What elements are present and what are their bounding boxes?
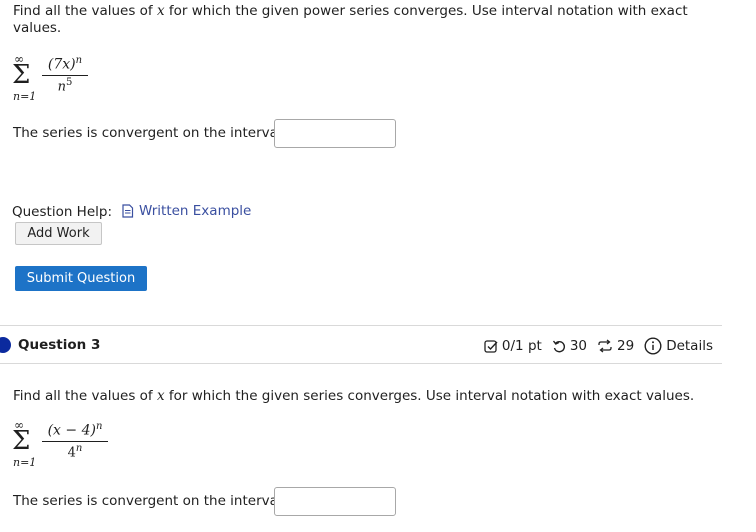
question-3-title: Question 3: [18, 337, 101, 353]
score: 0/1 pt: [484, 338, 542, 354]
summation-sign: Σ: [12, 426, 31, 456]
question-help-label: Question Help:: [12, 204, 112, 220]
fraction-bar: [42, 440, 108, 442]
series-term: (x − 4)n 4n: [42, 421, 108, 460]
term-denominator: 4n: [67, 442, 83, 460]
interval-answer-input[interactable]: [274, 487, 396, 516]
variable-x: x: [156, 388, 165, 404]
variable-x: x: [156, 3, 165, 19]
series-term: (7x)n n5: [42, 55, 88, 94]
undo-icon: [552, 340, 565, 353]
document-icon: [122, 204, 134, 218]
attempts: 29: [597, 338, 634, 354]
repeat-icon: [598, 339, 612, 353]
term-numerator: (7x)n: [47, 55, 83, 73]
details-toggle[interactable]: Details: [644, 337, 713, 355]
sum-lower-limit: n=1: [13, 90, 37, 103]
divider-bottom: [0, 363, 722, 364]
answer-label: The series is convergent on the interval: [13, 493, 282, 509]
details-label: Details: [666, 338, 713, 354]
add-work-button[interactable]: Add Work: [15, 222, 102, 245]
question-2-prompt: Find all the values of x for which the g…: [13, 3, 703, 37]
divider-top: [0, 325, 722, 326]
term-denominator: n5: [57, 76, 73, 94]
retries: 30: [552, 338, 587, 354]
term-numerator: (x − 4)n: [47, 421, 103, 439]
question-status-dot: [0, 337, 11, 353]
interval-answer-input[interactable]: [274, 119, 396, 148]
retries-count: 30: [569, 338, 587, 354]
score-text: 0/1 pt: [501, 338, 542, 354]
written-example-link[interactable]: Written Example: [121, 203, 251, 219]
submit-question-button[interactable]: Submit Question: [15, 266, 147, 291]
prompt-text: Find all the values of: [13, 388, 157, 404]
summation-sign: Σ: [12, 60, 31, 90]
written-example-label: Written Example: [139, 203, 252, 219]
question-meta: 0/1 pt 30 29 Details: [474, 337, 713, 355]
info-icon: [644, 337, 662, 355]
prompt-text: for which the given series converges. Us…: [164, 388, 695, 404]
prompt-text: Find all the values of: [13, 3, 157, 19]
sum-lower-limit: n=1: [13, 456, 37, 469]
question-3-prompt: Find all the values of x for which the g…: [13, 388, 713, 404]
attempts-count: 29: [617, 338, 635, 354]
fraction-bar: [42, 74, 88, 76]
answer-label: The series is convergent on the interval: [13, 125, 282, 141]
checkbox-score-icon: [484, 340, 498, 353]
